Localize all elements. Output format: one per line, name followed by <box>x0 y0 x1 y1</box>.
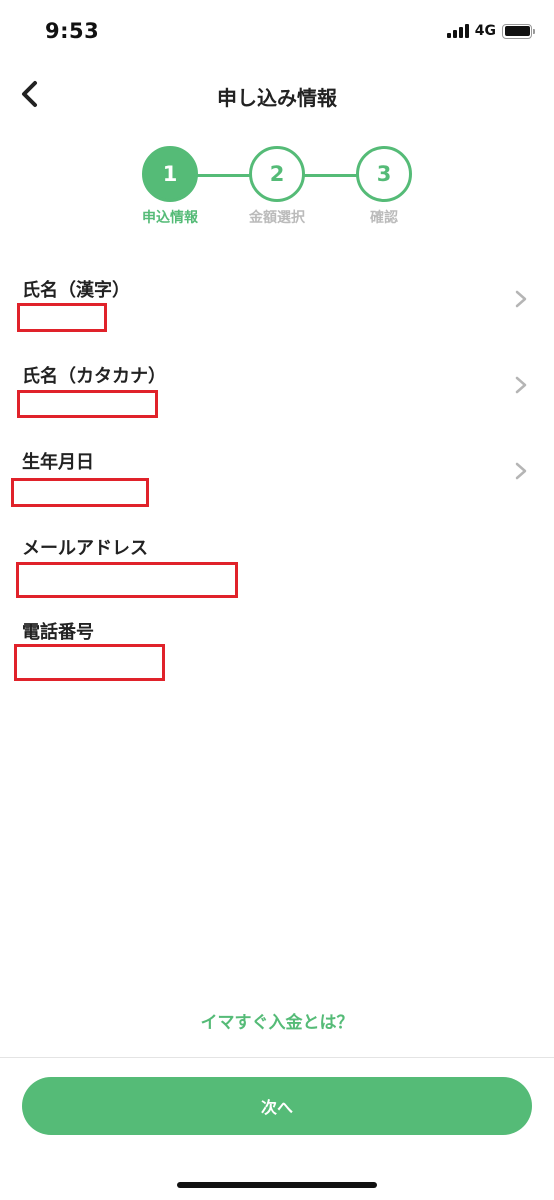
step-label: 申込情報 <box>142 210 198 226</box>
redacted-value <box>16 562 238 598</box>
step-2: 2 金額選択 <box>249 146 305 226</box>
redacted-value <box>17 303 107 332</box>
progress-stepper: 1 申込情報 2 金額選択 3 確認 <box>0 146 554 236</box>
network-type: 4G <box>474 23 496 39</box>
step-number: 3 <box>356 146 412 202</box>
name-katakana-row[interactable]: 氏名（カタカナ） <box>0 348 554 428</box>
about-instant-deposit-link[interactable]: イマすぐ入金とは？ <box>0 1008 554 1033</box>
field-label: 氏名（漢字） <box>22 280 130 301</box>
status-bar: 9:53 4G <box>0 0 554 66</box>
step-3: 3 確認 <box>356 146 412 226</box>
field-label: メールアドレス <box>22 538 148 559</box>
field-label: 生年月日 <box>22 452 94 473</box>
status-icons: 4G <box>446 23 535 39</box>
step-connector <box>194 174 254 177</box>
chevron-right-icon <box>515 462 527 480</box>
redacted-value <box>11 478 149 507</box>
chevron-right-icon <box>515 290 527 308</box>
home-indicator <box>177 1182 377 1188</box>
email-row[interactable]: メールアドレス <box>0 520 554 600</box>
field-label: 氏名（カタカナ） <box>22 366 166 387</box>
step-label: 確認 <box>370 210 398 226</box>
cellular-signal-icon <box>446 24 469 38</box>
step-1: 1 申込情報 <box>142 146 198 226</box>
step-label: 金額選択 <box>249 210 305 226</box>
chevron-right-icon <box>515 376 527 394</box>
step-connector <box>302 174 360 177</box>
battery-icon <box>502 23 535 39</box>
step-number: 2 <box>249 146 305 202</box>
redacted-value <box>17 390 158 418</box>
footer-divider <box>0 1057 554 1058</box>
field-label: 電話番号 <box>22 622 94 643</box>
status-time: 9:53 <box>45 19 100 43</box>
name-kanji-row[interactable]: 氏名（漢字） <box>0 262 554 342</box>
next-button[interactable]: 次へ <box>22 1077 532 1135</box>
redacted-value <box>14 644 165 681</box>
navigation-header: 申し込み情報 <box>0 66 554 126</box>
step-number: 1 <box>142 146 198 202</box>
page-title: 申し込み情報 <box>217 86 337 110</box>
phone-row[interactable]: 電話番号 <box>0 604 554 684</box>
birthdate-row[interactable]: 生年月日 <box>0 434 554 514</box>
